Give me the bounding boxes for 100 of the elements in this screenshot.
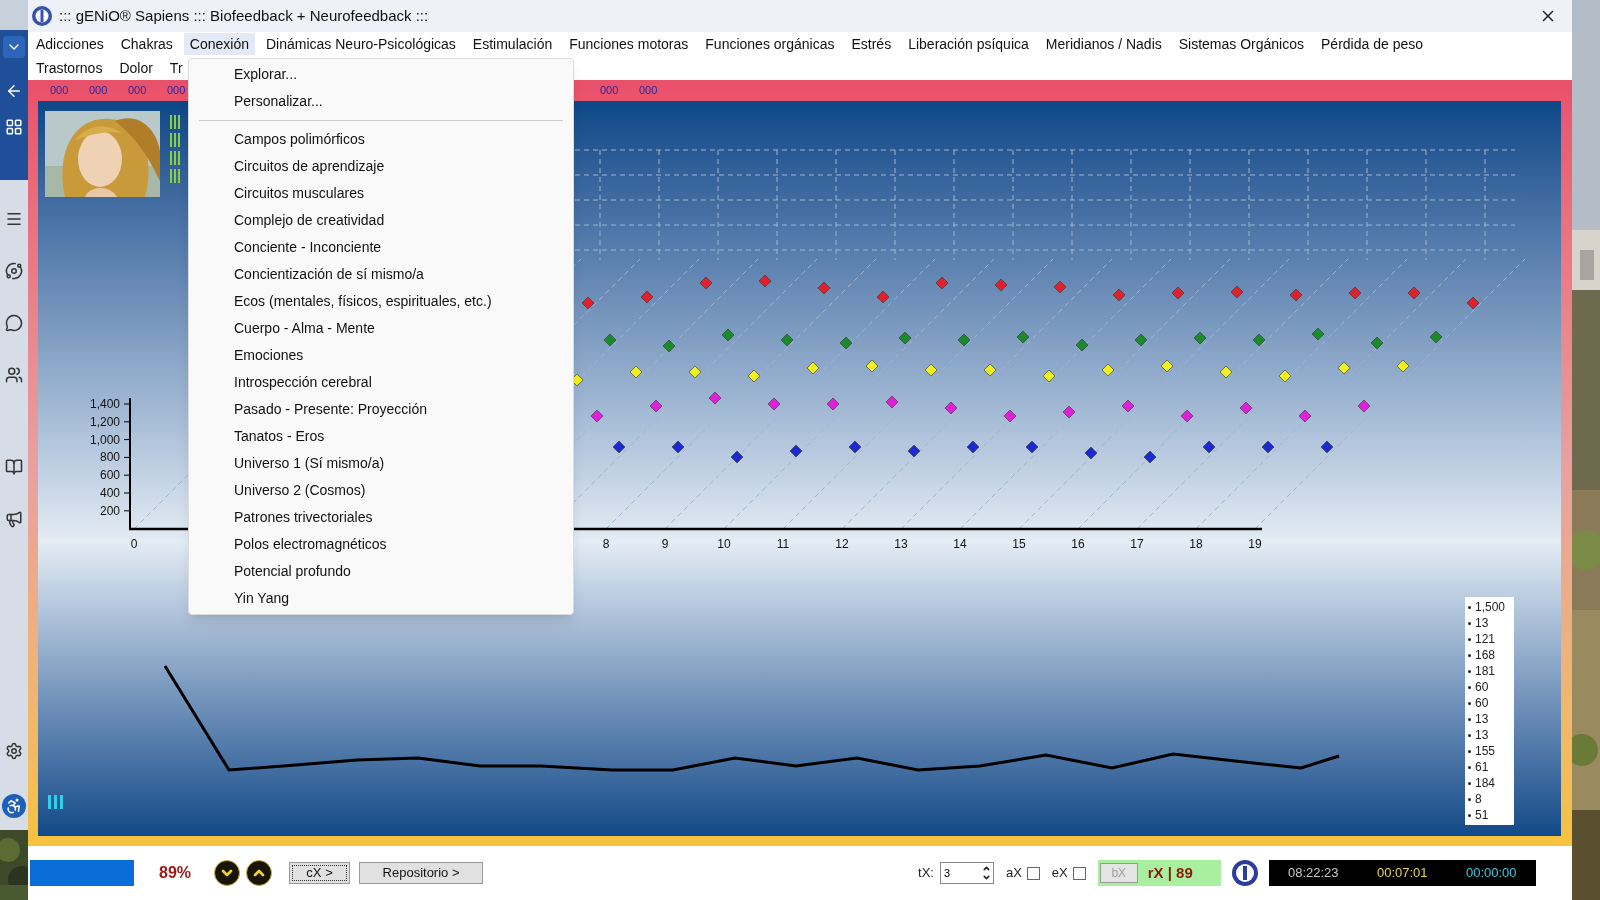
diamond-marker <box>1219 365 1233 379</box>
people-icon[interactable] <box>5 366 23 384</box>
channel-value: 000 <box>167 83 187 99</box>
dropdown-item[interactable]: Potencial profundo <box>189 558 573 585</box>
menu-item[interactable]: Tr <box>163 57 189 79</box>
dropdown-item[interactable]: Patrones trivectoriales <box>189 504 573 531</box>
menu-item[interactable]: Sistemas Orgánicos <box>1172 33 1311 55</box>
diamond-marker <box>1084 446 1098 460</box>
dropdown-item[interactable]: Universo 2 (Cosmos) <box>189 477 573 504</box>
list-value: 155 <box>1475 743 1496 759</box>
grid-icon[interactable] <box>5 118 23 136</box>
axis-label: 11 <box>776 537 790 551</box>
bullet-icon <box>1468 685 1471 689</box>
diamond-marker <box>1025 440 1039 454</box>
dropdown-item[interactable]: Polos electromagnéticos <box>189 531 573 558</box>
bullet-icon <box>1468 813 1471 817</box>
dropdown-item[interactable]: Circuitos musculares <box>189 180 573 207</box>
window-title: ::: gENiO® Sapiens ::: Biofeedback + Neurofeedback ::: <box>59 5 429 26</box>
menu-item[interactable]: Funciones motoras <box>563 33 695 55</box>
dropdown-item[interactable]: Conciente - Inconciente <box>189 234 573 261</box>
menu-item[interactable]: Pérdida de peso <box>1315 33 1429 55</box>
down-button[interactable] <box>214 860 241 886</box>
diamond-marker <box>839 336 853 350</box>
menu-item[interactable]: Dinámicas Neuro-Psicológicas <box>260 33 462 55</box>
axis-label: 17 <box>1130 537 1144 551</box>
dropdown-item[interactable]: Explorar... <box>189 61 573 88</box>
diamond-marker <box>907 444 921 458</box>
diamond-marker <box>1429 330 1443 344</box>
list-value: 13 <box>1475 711 1489 727</box>
list-value: 13 <box>1475 727 1489 743</box>
list-icon[interactable] <box>5 210 23 228</box>
menu-item[interactable]: Liberación psíquica <box>902 33 1035 55</box>
bullet-icon <box>1468 605 1471 609</box>
dropdown-item[interactable]: Personalizar... <box>189 88 573 115</box>
dropdown-item[interactable]: Ecos (mentales, físicos, espirituales, etc.) <box>189 288 573 315</box>
spiral-icon[interactable] <box>5 262 23 280</box>
bullet-icon <box>1468 669 1471 673</box>
dropdown-item[interactable]: Tanatos - Eros <box>189 423 573 450</box>
dropdown-item[interactable]: Yin Yang <box>189 585 573 612</box>
bullet-icon <box>1468 749 1471 753</box>
diamond-marker <box>1337 361 1351 375</box>
diamond-marker <box>994 278 1008 292</box>
axis-label: 15 <box>1012 537 1026 551</box>
menu-item[interactable]: Trastornos <box>30 57 109 79</box>
action-button[interactable]: Repositorio > <box>359 862 484 884</box>
channel-value: 000 <box>89 83 109 99</box>
up-button[interactable] <box>246 860 273 886</box>
axis-label: 600 <box>99 468 120 483</box>
info-icon[interactable] <box>1230 859 1259 887</box>
accessibility-icon[interactable] <box>2 794 26 818</box>
dropdown-item[interactable]: Pasado - Presente: Proyección <box>189 396 573 423</box>
diamond-marker <box>944 401 958 415</box>
axis-label: 10 <box>717 537 731 551</box>
number-spinner[interactable]: 3 <box>939 862 994 884</box>
checkbox[interactable] <box>1026 866 1040 880</box>
diamond-marker <box>603 333 617 347</box>
menu-item[interactable]: Adicciones <box>30 33 110 55</box>
axis-label: 800 <box>99 450 120 465</box>
axis-label: 1,200 <box>89 414 120 429</box>
diamond-marker <box>1311 327 1325 341</box>
dropdown-item[interactable]: Circuitos de aprendizaje <box>189 153 573 180</box>
menu-item[interactable]: Funciones orgánicas <box>699 33 841 55</box>
diamond-marker <box>1370 336 1384 350</box>
diamond-marker <box>1278 369 1292 383</box>
diamond-marker <box>1042 369 1056 383</box>
diamond-marker <box>1003 409 1017 423</box>
axis-label: 9 <box>661 537 669 551</box>
checkbox-label: aX <box>1005 864 1022 883</box>
chevron-down-icon[interactable] <box>3 36 25 58</box>
checkbox[interactable] <box>1072 866 1086 880</box>
list-value: 168 <box>1475 647 1496 663</box>
dropdown-item[interactable]: Introspección cerebral <box>189 369 573 396</box>
diamond-marker <box>1160 359 1174 373</box>
menu-item[interactable]: Meridianos / Nadis <box>1039 33 1168 55</box>
diamond-marker <box>1348 286 1362 300</box>
menu-item[interactable]: Estrés <box>845 33 898 55</box>
menu-item[interactable]: Conexión <box>183 33 255 55</box>
diamond-marker <box>1320 440 1334 454</box>
dropdown-item[interactable]: Campos polimórficos <box>189 126 573 153</box>
menu-item[interactable]: Estimulación <box>466 33 559 55</box>
dropdown-item[interactable]: Complejo de creatividad <box>189 207 573 234</box>
axis-label: 19 <box>1248 537 1262 551</box>
dropdown-item[interactable]: Concientización de sí mismo/a <box>189 261 573 288</box>
diamond-marker <box>581 296 595 310</box>
megaphone-icon[interactable] <box>5 510 23 528</box>
dropdown-item[interactable]: Cuerpo - Alma - Mente <box>189 315 573 342</box>
dropdown-item[interactable]: Emociones <box>189 342 573 369</box>
diamond-marker <box>1239 401 1253 415</box>
menu-item[interactable]: Dolor <box>113 57 159 79</box>
signal-bars-icon <box>170 133 182 147</box>
dropdown-item[interactable]: Universo 1 (Sí mismo/a) <box>189 450 573 477</box>
chat-icon[interactable] <box>5 314 23 332</box>
settings-icon[interactable] <box>5 742 23 760</box>
action-button[interactable]: cX > <box>289 862 351 884</box>
menu-item[interactable]: Chakras <box>114 33 179 55</box>
diamond-marker <box>876 290 890 304</box>
spinner-value: 3 <box>943 865 951 881</box>
axis-label: 1,400 <box>89 397 120 411</box>
diamond-marker <box>1252 333 1266 347</box>
book-icon[interactable] <box>5 458 23 476</box>
